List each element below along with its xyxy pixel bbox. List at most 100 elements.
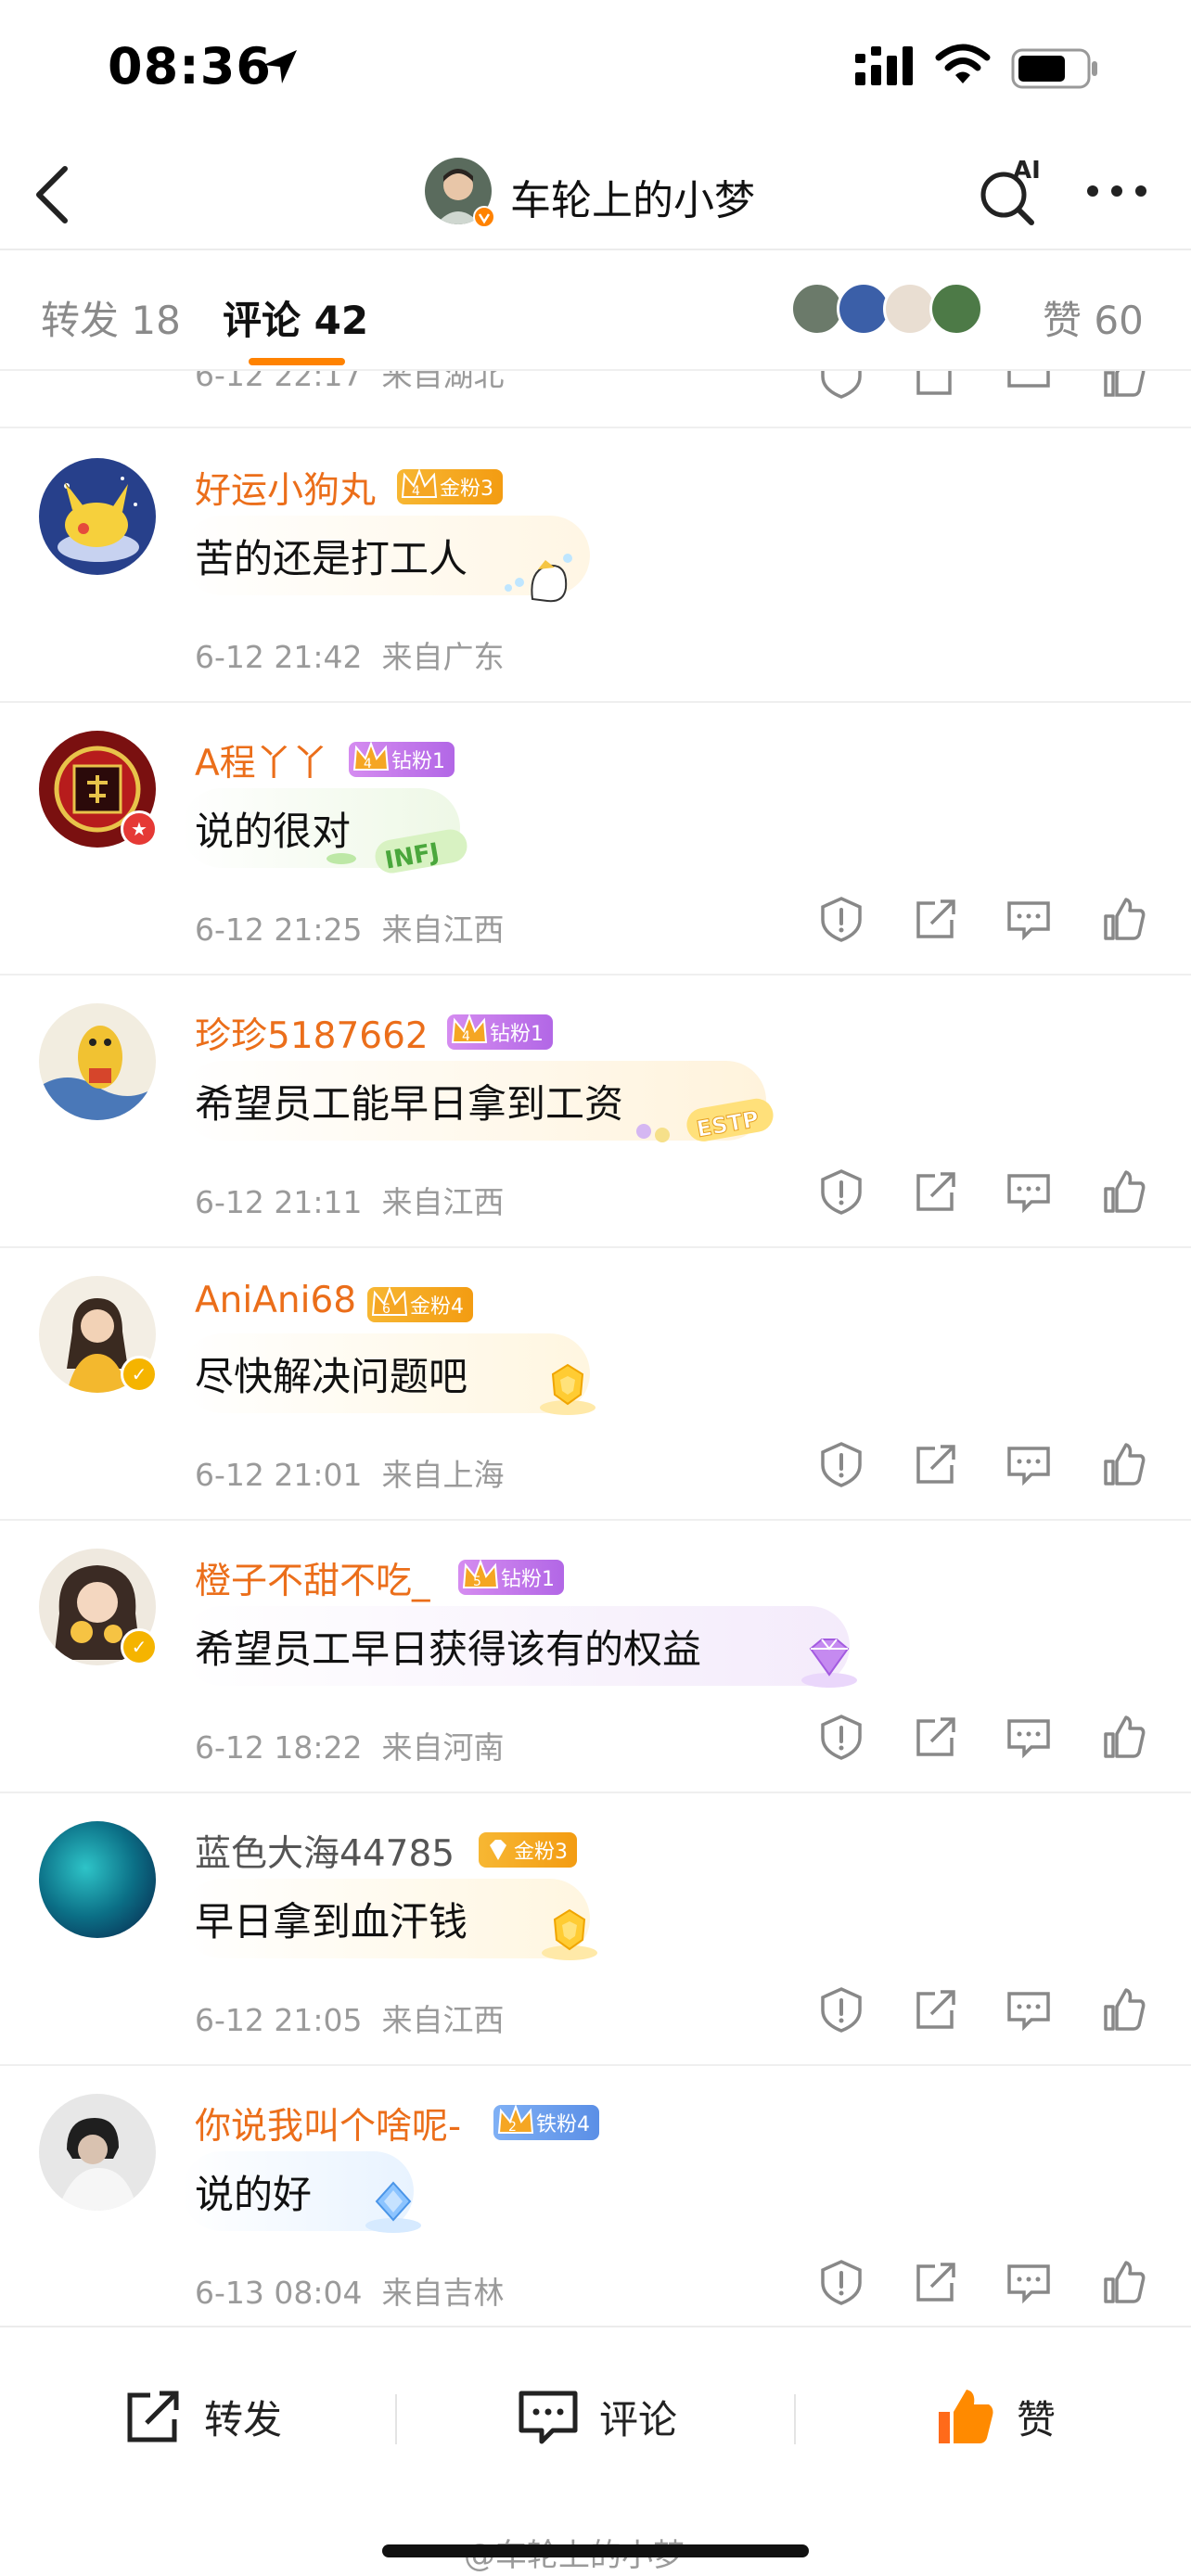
comment-meta: 6-12 21:11 来自江西 [195, 1178, 504, 1222]
crown-icon: 6 [371, 1286, 408, 1317]
comment-item[interactable]: 珍珍5187662 4 钻粉1 希望员工能早日拿到工资 ESTP 6-12 21… [0, 976, 1191, 1248]
share-icon[interactable] [911, 1439, 961, 1489]
fan-badge-label: 钻粉1 [391, 750, 445, 773]
comment-item[interactable]: ✓ 橙子不甜不吃_ 5 钻粉1 希望员工早日获得该有的权益 6-12 18:22… [0, 1521, 1191, 1793]
report-icon[interactable] [816, 1167, 866, 1217]
fan-badge: 2 铁粉4 [493, 2104, 599, 2140]
tab-likes[interactable]: 赞 60 [1043, 289, 1144, 346]
like-icon[interactable] [1098, 1167, 1148, 1217]
verified-badge-icon: ✓ [121, 1356, 158, 1393]
blue-gem-sticker-icon [365, 2181, 421, 2233]
estp-sticker-icon: ESTP [636, 1098, 774, 1142]
report-icon[interactable] [816, 894, 866, 944]
tab-repost[interactable]: 转发 18 [41, 289, 181, 346]
comment-location: 来自上海 [381, 1457, 505, 1493]
svg-text:6: 6 [382, 1302, 391, 1317]
fan-badge: 6 金粉4 [367, 1286, 473, 1322]
bubble-sticker-icon [505, 554, 572, 603]
reply-icon[interactable] [1004, 371, 1054, 401]
infj-sticker-icon: INFJ [327, 829, 467, 875]
liker-avatar [929, 282, 983, 336]
comment-item[interactable]: 你说我叫个啥呢- 2 铁粉4 说的好 6-13 08:04 来自吉林 [0, 2066, 1191, 2326]
comment-time: 6-12 21:25 [195, 912, 363, 948]
share-icon[interactable] [911, 371, 961, 401]
username[interactable]: AniAni68 [195, 1280, 356, 1321]
username[interactable]: 你说我叫个啥呢- [195, 2098, 461, 2149]
fan-badge: 5 钻粉1 [458, 1559, 564, 1595]
share-icon[interactable] [911, 1167, 961, 1217]
comment-time: 6-13 08:04 [195, 2275, 363, 2311]
comment-list[interactable]: 6-12 22:17 来自湖北 好运小狗丸 4 金粉3 苦的还是打工人 6-12… [0, 371, 1191, 2326]
fan-badge-label: 金粉4 [410, 1295, 464, 1319]
verified-badge-icon [473, 206, 495, 228]
username[interactable]: 橙子不甜不吃_ [195, 1552, 430, 1604]
username[interactable]: 蓝色大海44785 [195, 1825, 455, 1877]
active-tab-indicator [249, 358, 345, 365]
comment-item[interactable]: ✓ AniAni68 6 金粉4 尽快解决问题吧 6-12 21:01 来自上海 [0, 1248, 1191, 1521]
like-icon[interactable] [1098, 1984, 1148, 2034]
comment-time: 6-12 21:05 [195, 2002, 363, 2038]
comment-time: 6-12 21:11 [195, 1184, 363, 1220]
fan-badge: 4 钻粉1 [349, 741, 455, 777]
username[interactable]: 好运小狗丸 [195, 462, 376, 514]
tab-comments[interactable]: 评论 42 [223, 289, 368, 346]
gold-gem-sticker-icon [542, 1908, 597, 1960]
comment-item[interactable]: 蓝色大海44785 金粉3 早日拿到血汗钱 6-12 21:05 来自江西 [0, 1793, 1191, 2066]
ai-search-icon[interactable]: AI [976, 152, 1046, 226]
repost-button[interactable]: 转发 [121, 2379, 282, 2454]
share-icon[interactable] [911, 2257, 961, 2307]
reply-icon[interactable] [1004, 1439, 1054, 1489]
share-icon[interactable] [911, 1984, 961, 2034]
like-icon[interactable] [1098, 2257, 1148, 2307]
comment-actions [816, 2257, 1159, 2313]
comment-location: 来自江西 [381, 912, 505, 948]
username[interactable]: A程丫丫 [195, 734, 328, 786]
avatar[interactable] [39, 2094, 156, 2211]
svg-text:4: 4 [364, 757, 372, 772]
repost-label: 转发 [204, 2396, 283, 2442]
report-icon[interactable] [816, 1439, 866, 1489]
like-button[interactable]: 赞 [933, 2379, 1056, 2454]
comment-time: 6-12 21:42 [195, 639, 363, 675]
report-icon[interactable] [816, 2257, 866, 2307]
reply-icon[interactable] [1004, 1712, 1054, 1762]
report-icon[interactable] [816, 1984, 866, 2034]
comment-button[interactable]: 评论 [516, 2379, 677, 2454]
avatar[interactable] [39, 1003, 156, 1120]
liker-avatars[interactable] [790, 282, 1022, 338]
share-icon[interactable] [911, 1712, 961, 1762]
reply-icon[interactable] [1004, 1984, 1054, 2034]
cellular-signal-icon [855, 46, 913, 85]
fan-badge-label: 铁粉4 [536, 2113, 590, 2136]
comment-text: 希望员工早日获得该有的权益 [195, 1626, 702, 1672]
fan-badge-label: 钻粉1 [501, 1568, 555, 1591]
gold-gem-sticker-icon [540, 1363, 596, 1415]
reply-icon[interactable] [1004, 1167, 1054, 1217]
reply-icon[interactable] [1004, 894, 1054, 944]
comment-item[interactable]: 好运小狗丸 4 金粉3 苦的还是打工人 6-12 21:42 来自广东 [0, 430, 1191, 703]
report-icon[interactable] [816, 1712, 866, 1762]
divider [395, 2394, 397, 2444]
reply-icon[interactable] [1004, 2257, 1054, 2307]
back-chevron-icon[interactable] [26, 159, 82, 230]
avatar[interactable] [39, 458, 156, 575]
avatar[interactable] [39, 1821, 156, 1938]
like-icon[interactable] [1098, 1712, 1148, 1762]
comment-meta: 6-12 21:01 来自上海 [195, 1450, 504, 1495]
like-icon[interactable] [1098, 894, 1148, 944]
fan-badge-label: 金粉3 [514, 1841, 568, 1864]
home-indicator[interactable] [382, 2544, 809, 2557]
more-options-icon[interactable] [1083, 172, 1150, 210]
like-icon[interactable] [1098, 1439, 1148, 1489]
diamond-icon [490, 1840, 506, 1860]
comment-location: 来自广东 [381, 639, 505, 675]
comment-text: 尽快解决问题吧 [195, 1353, 468, 1399]
status-bar: 08:36 [0, 0, 1191, 139]
username[interactable]: 珍珍5187662 [195, 1007, 429, 1059]
report-icon[interactable] [816, 371, 866, 401]
page-title[interactable]: 车轮上的小梦 [510, 167, 755, 226]
like-icon[interactable] [1098, 371, 1148, 401]
comment-item[interactable]: ★ A程丫丫 4 钻粉1 说的很对 INFJ 6-12 21:25 来自江西 [0, 703, 1191, 976]
share-icon[interactable] [911, 894, 961, 944]
comment-actions [816, 371, 1159, 406]
